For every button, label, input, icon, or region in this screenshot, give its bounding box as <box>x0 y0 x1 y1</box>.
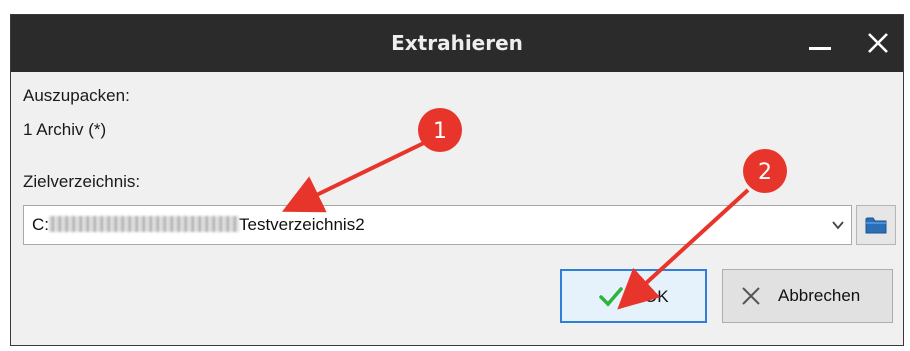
redacted-path-segment <box>49 216 239 232</box>
source-value: 1 Archiv (*) <box>23 120 107 139</box>
cancel-button[interactable]: Abbrechen <box>722 269 893 323</box>
dialog-title: Extrahieren <box>391 31 523 55</box>
title-bar: Extrahieren <box>11 15 903 72</box>
minimize-icon[interactable] <box>801 25 841 61</box>
checkmark-icon <box>598 286 624 313</box>
target-path-value: C: Testverzeichnis2 <box>32 215 365 235</box>
cancel-button-label: Abbrechen <box>778 286 861 305</box>
target-path-combobox[interactable]: C: Testverzeichnis2 <box>23 205 852 245</box>
source-label: Auszupacken: <box>23 86 130 105</box>
target-label: Zielverzeichnis: <box>23 172 141 191</box>
chevron-down-icon[interactable] <box>831 218 845 237</box>
path-prefix: C: <box>32 215 49 234</box>
ok-button-label: OK <box>644 287 669 306</box>
close-icon[interactable] <box>858 25 898 61</box>
cross-icon <box>740 285 762 312</box>
extract-dialog: Extrahieren Auszupacken: 1 Archiv (*) Zi… <box>10 14 904 346</box>
browse-folder-button[interactable] <box>856 205 896 245</box>
path-suffix: Testverzeichnis2 <box>239 215 365 234</box>
ok-button[interactable]: OK <box>560 269 707 323</box>
